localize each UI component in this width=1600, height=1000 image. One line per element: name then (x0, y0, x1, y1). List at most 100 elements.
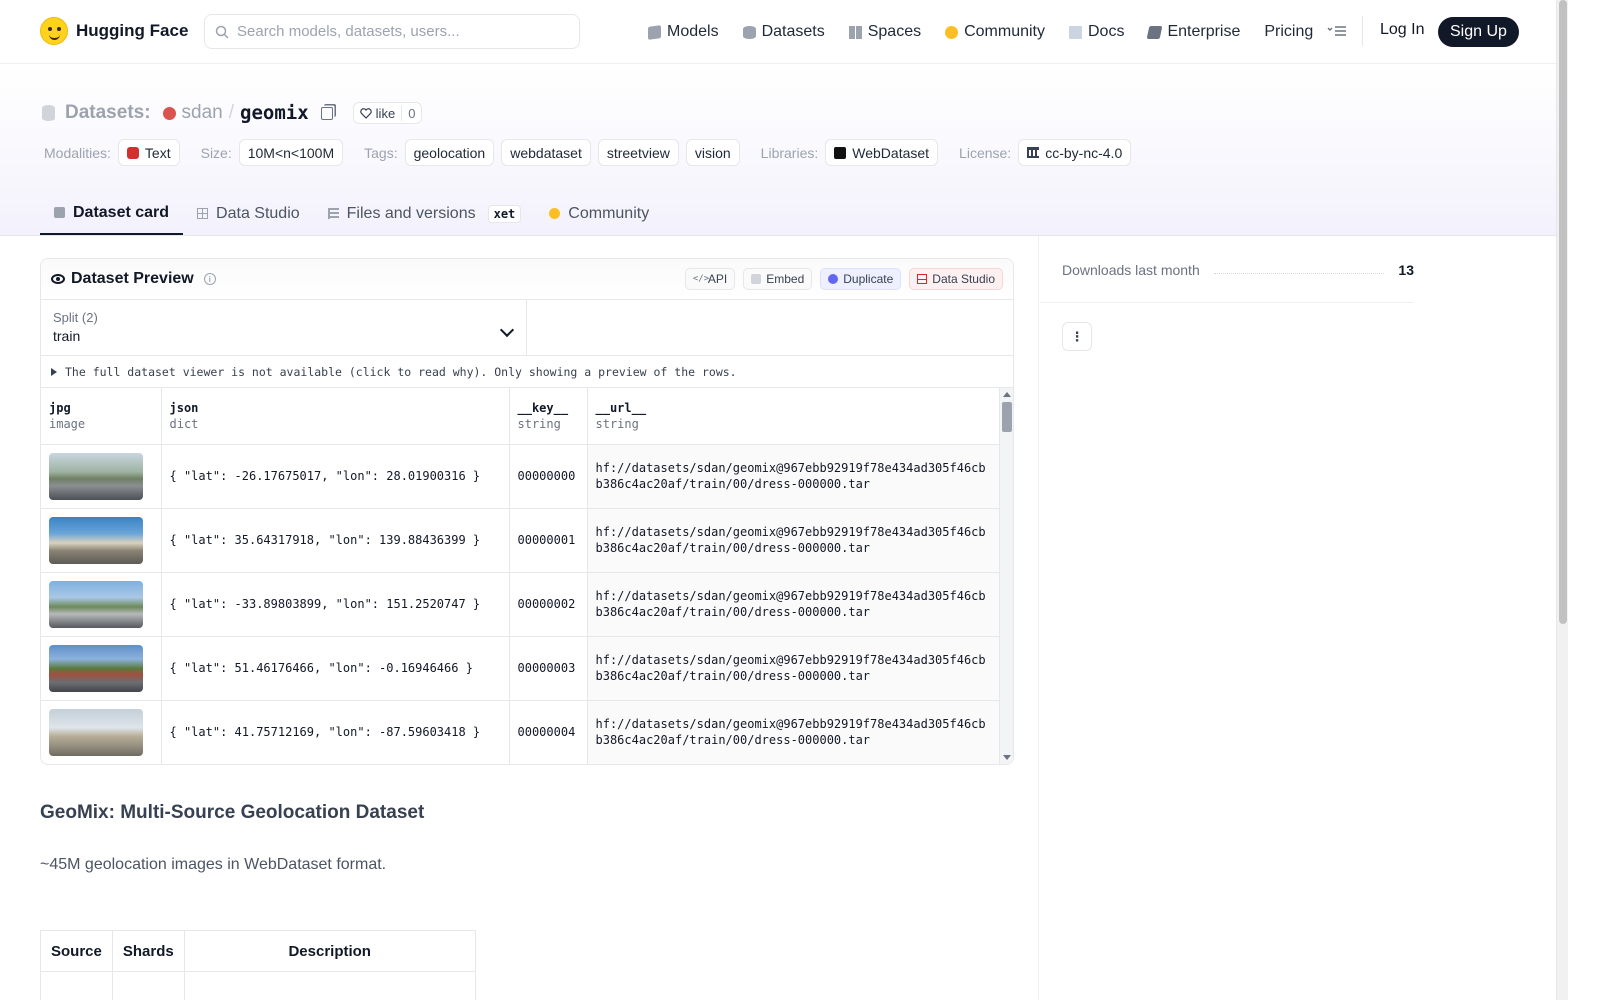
table-row[interactable]: { "lat": 35.64317918, "lon": 139.8843639… (41, 508, 1000, 573)
tab-files-and-versions[interactable]: Files and versions xet (314, 192, 536, 235)
streetview-thumbnail[interactable] (49, 580, 143, 628)
image-cell[interactable] (41, 444, 162, 509)
json-cell: { "lat": 35.64317918, "lon": 139.8843639… (161, 508, 510, 573)
modalities-group: Modalities: Text (44, 139, 187, 166)
tag-chip[interactable]: vision (685, 139, 740, 166)
streetview-thumbnail[interactable] (49, 516, 143, 564)
streetview-thumbnail[interactable] (49, 708, 143, 756)
files-icon (327, 208, 339, 219)
nav-link-pricing[interactable]: Pricing (1264, 18, 1313, 46)
size-chip[interactable]: 10M<n<100M (238, 139, 344, 166)
split-value: train (53, 328, 81, 344)
json-cell: { "lat": -33.89803899, "lon": 151.252074… (161, 572, 510, 637)
brand[interactable]: Hugging Face (40, 17, 188, 45)
docs-icon (1069, 25, 1082, 39)
nav-link-models[interactable]: Models (648, 18, 719, 46)
datasets-icon (742, 25, 756, 39)
streetview-thumbnail[interactable] (49, 452, 143, 500)
dataset-name[interactable]: geomix (240, 102, 309, 124)
library-chip[interactable]: WebDataset (825, 139, 939, 166)
preview-header: Dataset Preview i </> API Embed Duplicate… (41, 259, 1013, 300)
metadata-tags: Modalities: Text Size: 10M<n<100M Tags: … (44, 139, 1152, 166)
column-header-url[interactable]: __url__ string (587, 388, 1000, 445)
scroll-up-icon[interactable] (1003, 392, 1011, 397)
dataset-icon (42, 105, 55, 121)
data-studio-button[interactable]: Data Studio (909, 268, 1003, 290)
table-row[interactable]: { "lat": 51.46176466, "lon": -0.16946466… (41, 636, 1000, 701)
table-cell (40, 971, 113, 1000)
url-cell: hf://datasets/sdan/geomix@967ebb92919f78… (587, 508, 1000, 573)
image-cell[interactable] (41, 700, 162, 764)
image-cell[interactable] (41, 508, 162, 573)
signup-button[interactable]: Sign Up (1438, 17, 1519, 47)
enterprise-icon (1147, 25, 1163, 39)
owner-link[interactable]: sdan (182, 102, 223, 124)
nav-link-docs[interactable]: Docs (1069, 18, 1124, 46)
more-options-button[interactable]: ⋮ (1062, 322, 1092, 351)
column-type: dict (169, 416, 199, 431)
preview-actions: </> API Embed Duplicate Data Studio (684, 268, 1003, 290)
card-heading: GeoMix: Multi-Source Geolocation Dataset (40, 802, 425, 823)
login-link[interactable]: Log In (1380, 21, 1424, 39)
tag-chip[interactable]: geolocation (404, 139, 495, 166)
nav-link-label: Datasets (761, 23, 825, 40)
button-label: Duplicate (843, 272, 894, 286)
like-button[interactable]: like 0 (352, 102, 423, 124)
api-button[interactable]: </> API (684, 268, 736, 290)
modality-chip[interactable]: Text (117, 139, 180, 166)
viewer-notice[interactable]: The full dataset viewer is not available… (41, 356, 1013, 388)
datasets-label[interactable]: Datasets: (65, 102, 151, 124)
nav-link-spaces[interactable]: Spaces (848, 18, 921, 46)
nav-link-label: Community (964, 23, 1045, 40)
nav-link-community[interactable]: Community (945, 18, 1045, 46)
split-select[interactable]: Split (2) train (41, 300, 527, 355)
heart-icon (359, 107, 372, 119)
nav-link-enterprise[interactable]: Enterprise (1147, 18, 1240, 46)
table-scrollbar[interactable] (999, 388, 1013, 764)
column-header-json[interactable]: json dict (161, 388, 510, 445)
button-label: Embed (766, 272, 805, 286)
search-box[interactable] (204, 14, 580, 49)
info-icon[interactable]: i (203, 273, 216, 285)
scrollbar-thumb[interactable] (1002, 402, 1012, 432)
more-menu-icon[interactable] (1326, 22, 1348, 40)
page-scrollbar-thumb[interactable] (1559, 0, 1567, 624)
eye-icon (51, 274, 65, 284)
tag-chip[interactable]: webdataset (501, 139, 591, 166)
search-input[interactable] (237, 23, 557, 40)
scroll-down-icon[interactable] (1003, 755, 1011, 760)
copy-icon[interactable] (320, 106, 333, 120)
brand-name: Hugging Face (76, 21, 189, 40)
column-header-jpg[interactable]: jpg image (41, 388, 162, 445)
table-row[interactable]: { "lat": 41.75712169, "lon": -87.5960341… (41, 700, 1000, 764)
license-chip[interactable]: cc-by-nc-4.0 (1018, 139, 1132, 166)
url-cell: hf://datasets/sdan/geomix@967ebb92919f78… (587, 572, 1000, 637)
models-icon (648, 24, 661, 40)
streetview-thumbnail[interactable] (49, 644, 143, 692)
table-row (40, 971, 476, 1000)
dataset-preview: Dataset Preview i </> API Embed Duplicate… (40, 258, 1014, 765)
column-header-key[interactable]: __key__ string (509, 388, 588, 445)
image-cell[interactable] (41, 636, 162, 701)
preview-title-text: Dataset Preview (71, 270, 194, 287)
tab-dataset-card[interactable]: Dataset card (40, 192, 184, 235)
image-cell[interactable] (41, 572, 162, 637)
kebab-icon: ⋮ (1070, 328, 1084, 344)
tag-chip[interactable]: streetview (597, 139, 679, 166)
url-cell: hf://datasets/sdan/geomix@967ebb92919f78… (587, 700, 1000, 764)
page-scrollbar[interactable] (1556, 0, 1568, 1000)
nav-link-datasets[interactable]: Datasets (742, 18, 825, 46)
modalities-label: Modalities: (44, 144, 111, 161)
embed-button[interactable]: Embed (743, 268, 813, 290)
tab-label: Community (568, 204, 650, 222)
tab-community[interactable]: Community (535, 192, 663, 235)
json-cell: { "lat": -26.17675017, "lon": 28.0190031… (161, 444, 510, 509)
sidebar-separator (1040, 302, 1414, 303)
tab-data-studio[interactable]: Data Studio (183, 192, 314, 235)
table-row[interactable]: { "lat": -33.89803899, "lon": 151.252074… (41, 572, 1000, 637)
table-row[interactable]: { "lat": -26.17675017, "lon": 28.0190031… (41, 444, 1000, 509)
sources-header-description: Description (183, 930, 476, 972)
nav-link-label: Docs (1088, 23, 1125, 40)
duplicate-button[interactable]: Duplicate (820, 268, 902, 290)
cube-icon (54, 207, 65, 218)
